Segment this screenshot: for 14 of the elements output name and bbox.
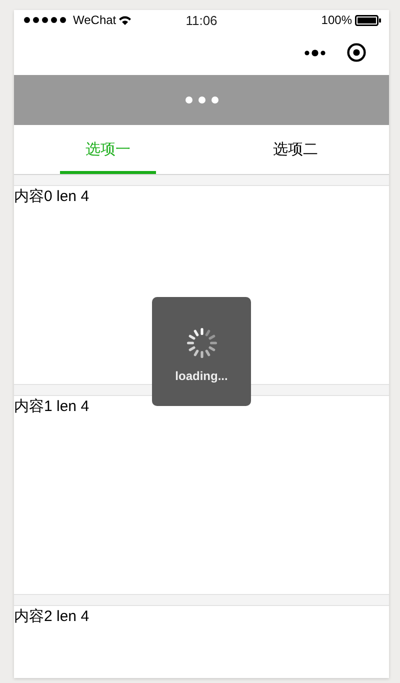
more-icon[interactable] [304, 48, 326, 56]
battery-icon [355, 14, 381, 26]
spinner-icon [186, 326, 218, 358]
content-text: 内容1 len 4 [14, 398, 90, 415]
carrier-name: WeChat [73, 13, 116, 27]
wifi-icon [119, 16, 132, 24]
battery-percent: 100% [321, 13, 352, 27]
status-time: 11:06 [186, 12, 218, 28]
close-target-icon[interactable] [347, 43, 366, 62]
content-text: 内容2 len 4 [14, 608, 90, 625]
loading-text: loading... [175, 368, 228, 382]
tab[interactable]: 选项二 [202, 125, 389, 174]
loading-dots-icon [184, 96, 218, 104]
content-text: 内容0 len 4 [14, 188, 90, 205]
